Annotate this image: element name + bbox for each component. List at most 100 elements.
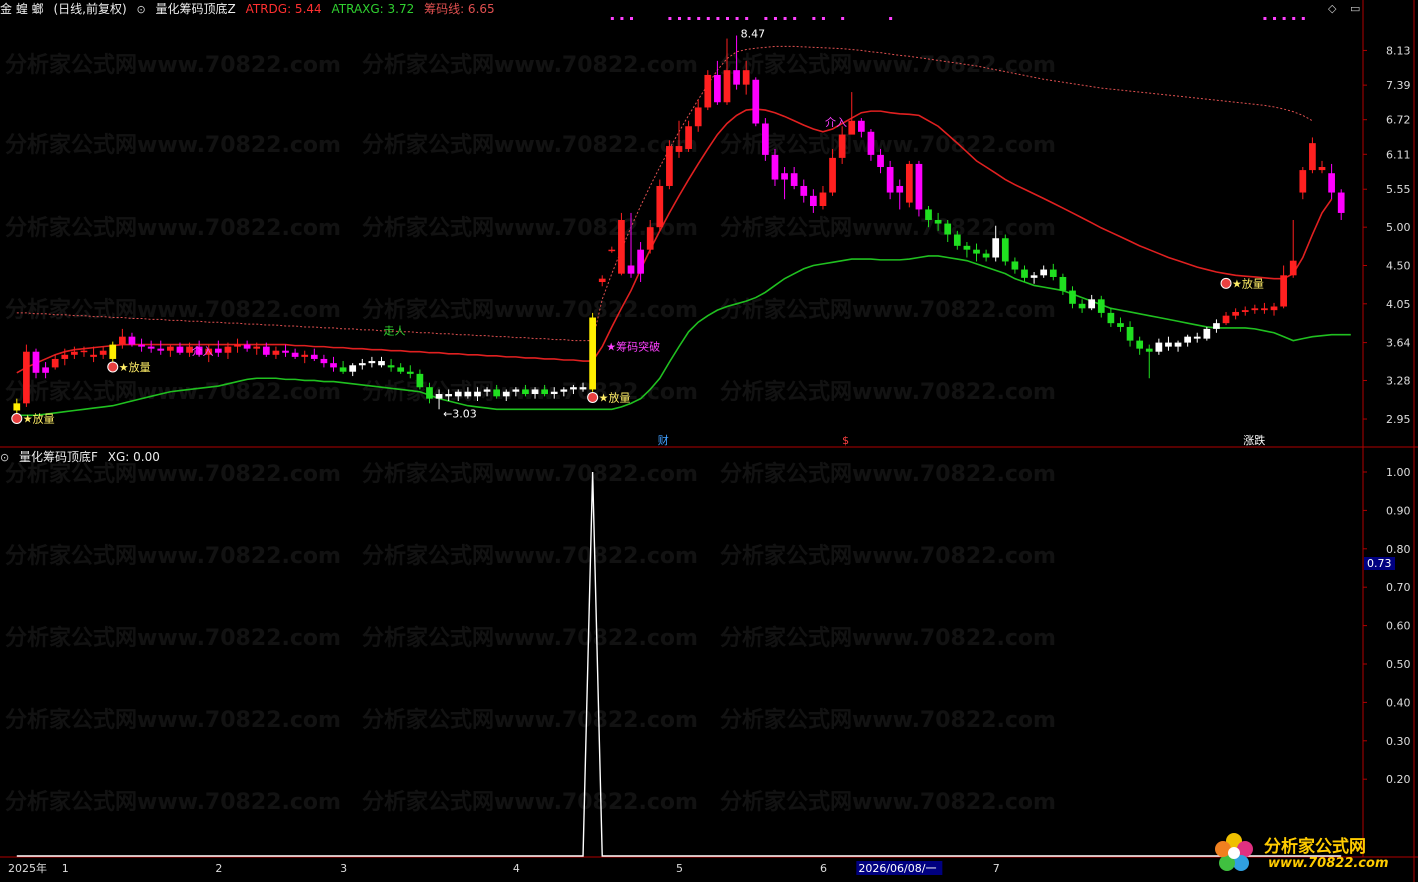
candle-body — [685, 126, 692, 149]
candle-body — [608, 249, 616, 252]
candle-body — [358, 363, 366, 366]
candle-body — [1270, 306, 1278, 311]
candle-body — [953, 234, 961, 246]
candle-body — [1145, 348, 1153, 352]
candle-body — [1193, 336, 1201, 339]
sub-axis-label: 0.30 — [1386, 735, 1411, 748]
candle-body — [502, 391, 510, 397]
candle-body — [368, 361, 376, 364]
signal-marker — [812, 17, 816, 20]
candle-body — [550, 391, 558, 395]
candle-body — [262, 346, 270, 355]
xg-line — [16, 471, 1342, 857]
candle-body — [598, 278, 606, 283]
candle-body — [243, 344, 251, 349]
site-logo: 分析家公式网 www.70822.com — [1206, 828, 1406, 878]
candle-body — [646, 227, 654, 250]
price-axis-label: 3.64 — [1386, 337, 1411, 350]
candle-body — [790, 173, 798, 186]
candle-body — [848, 120, 856, 135]
candle-body — [1213, 323, 1220, 329]
signal-marker — [783, 17, 787, 20]
candle-body — [224, 346, 232, 353]
signal-marker — [1301, 17, 1305, 20]
candle-body — [1232, 311, 1239, 316]
candle-body — [522, 389, 529, 395]
candle-body — [1318, 167, 1326, 171]
candle-body — [1328, 173, 1335, 193]
candle-body — [349, 365, 357, 372]
candle-body — [742, 70, 750, 85]
candle-body — [71, 351, 78, 355]
candle-body — [704, 74, 712, 108]
candle-body — [1203, 328, 1211, 339]
candle-body — [416, 373, 424, 388]
price-axis-label: 6.72 — [1386, 114, 1411, 127]
low-price-label: ←3.03 — [443, 407, 477, 420]
candle-body — [1117, 323, 1124, 327]
candle-body — [339, 367, 347, 372]
candle-body — [944, 223, 952, 235]
candle-body — [771, 154, 779, 180]
candle-body — [214, 348, 222, 353]
sub-axis-label: 0.80 — [1386, 543, 1411, 556]
signal-marker — [841, 17, 845, 20]
candle-body — [560, 389, 568, 392]
candle-body — [176, 346, 184, 353]
candle-body — [762, 123, 769, 155]
candle-body — [1030, 275, 1038, 278]
zouren-label: 走人 — [383, 325, 405, 338]
signal-marker — [764, 17, 768, 20]
signal-marker — [725, 17, 729, 20]
candle-body — [1136, 340, 1144, 349]
fangliang-icon — [1220, 277, 1232, 289]
candle-body — [99, 350, 107, 355]
signal-marker — [678, 17, 681, 20]
jieru-label: 介入 — [192, 345, 214, 358]
candle-body — [397, 367, 405, 372]
signal-marker — [610, 17, 614, 20]
date-axis-label: 5 — [676, 862, 683, 875]
candle-body — [694, 107, 702, 127]
candle-body — [714, 74, 721, 103]
signal-marker — [716, 17, 720, 20]
sub-axis-label: 0.20 — [1386, 773, 1411, 786]
candle-body — [1337, 192, 1345, 213]
candle-body — [512, 389, 520, 392]
price-axis-label: 8.13 — [1386, 44, 1411, 57]
date-axis-label: 6 — [820, 862, 827, 875]
signal-marker — [889, 17, 893, 20]
candle-body — [1069, 290, 1076, 304]
candle-body — [1289, 260, 1297, 276]
fangliang-icon — [11, 412, 23, 424]
candle-body — [905, 163, 913, 203]
candle-body — [819, 192, 827, 206]
candle-body — [426, 387, 433, 399]
signal-marker — [668, 17, 672, 20]
candle-body — [138, 344, 145, 347]
candle-body — [42, 367, 49, 373]
candle-body — [810, 195, 817, 206]
price-axis-label: 5.00 — [1386, 221, 1411, 234]
price-axis-label: 7.39 — [1386, 79, 1411, 92]
candle-body — [119, 336, 126, 345]
fangliang-icon — [107, 361, 119, 373]
sub-axis-label: 1.00 — [1386, 466, 1411, 479]
candle-body — [493, 389, 501, 397]
candle-body — [1174, 342, 1182, 347]
price-axis-label: 4.50 — [1386, 259, 1411, 272]
candle-body — [1059, 276, 1067, 291]
candle-body — [13, 403, 21, 411]
date-axis-label: 2 — [215, 862, 222, 875]
candle-body — [1165, 342, 1172, 347]
candle-body — [445, 394, 453, 397]
date-axis-label: 4 — [513, 862, 520, 875]
signal-marker — [745, 17, 749, 20]
candle-body — [1126, 326, 1134, 341]
date-axis-label: 2026/06/08/一 — [858, 862, 936, 875]
chip-line — [16, 45, 1313, 342]
candle-body — [867, 131, 875, 155]
chart-canvas[interactable]: 8.13 7.39 6.72 6.11 5.55 5.00 4.50 4.05 3.64 3.28… — [0, 0, 1418, 882]
candle-body — [838, 134, 846, 158]
signal-marker — [1273, 17, 1277, 20]
